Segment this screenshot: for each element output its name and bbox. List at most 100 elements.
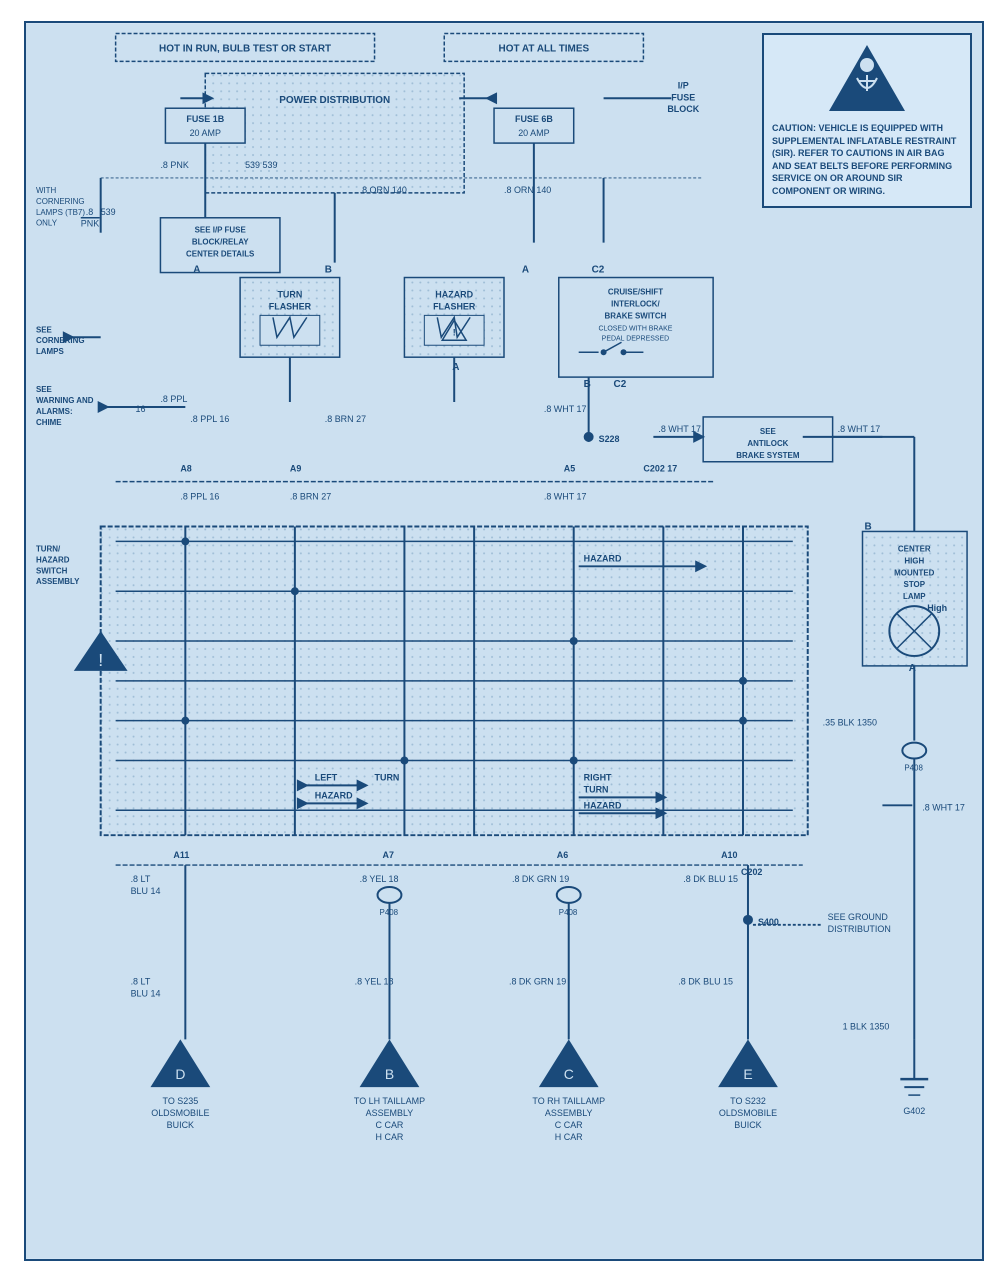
- svg-text:.8 BRN 27: .8 BRN 27: [325, 414, 366, 424]
- caution-svg-icon: [827, 43, 907, 113]
- svg-text:LAMP: LAMP: [903, 592, 926, 601]
- svg-text:B: B: [385, 1066, 394, 1082]
- wiring-diagram: HOT IN RUN, BULB TEST OR START HOT AT AL…: [24, 21, 984, 1261]
- svg-text:TO RH TAILLAMP: TO RH TAILLAMP: [532, 1096, 605, 1106]
- svg-text:.35 BLK 1350: .35 BLK 1350: [823, 718, 877, 728]
- svg-text:C CAR: C CAR: [376, 1120, 404, 1130]
- svg-text:SEE I/P FUSE: SEE I/P FUSE: [195, 226, 246, 235]
- svg-text:.8 ORN 140: .8 ORN 140: [504, 185, 551, 195]
- svg-text:H CAR: H CAR: [555, 1132, 583, 1142]
- svg-text:.8 ORN 140: .8 ORN 140: [360, 185, 407, 195]
- svg-text:CHIME: CHIME: [36, 418, 62, 427]
- svg-text:POWER DISTRIBUTION: POWER DISTRIBUTION: [279, 95, 390, 106]
- svg-text:FLASHER: FLASHER: [433, 301, 476, 311]
- diagram-svg: HOT IN RUN, BULB TEST OR START HOT AT AL…: [26, 23, 982, 1259]
- svg-text:BLOCK/RELAY: BLOCK/RELAY: [192, 238, 249, 247]
- svg-text:HOT IN RUN, BULB TEST OR START: HOT IN RUN, BULB TEST OR START: [159, 43, 331, 54]
- svg-text:H CAR: H CAR: [376, 1132, 404, 1142]
- svg-text:.8 BRN 27: .8 BRN 27: [290, 492, 331, 502]
- svg-text:.8 WHT 17: .8 WHT 17: [544, 492, 587, 502]
- svg-text:C2: C2: [614, 379, 627, 390]
- svg-text:.8 DK GRN 19: .8 DK GRN 19: [512, 874, 569, 884]
- svg-text:HAZARD: HAZARD: [584, 800, 622, 810]
- svg-text:20 AMP: 20 AMP: [518, 128, 549, 138]
- svg-text:HAZARD: HAZARD: [36, 555, 70, 564]
- svg-text:CRUISE/SHIFT: CRUISE/SHIFT: [608, 287, 663, 296]
- svg-text:HIGH: HIGH: [904, 556, 924, 565]
- svg-text:A7: A7: [383, 850, 394, 860]
- svg-text:FUSE 1B: FUSE 1B: [186, 114, 224, 124]
- svg-text:A6: A6: [557, 850, 568, 860]
- svg-text:TO S235: TO S235: [163, 1096, 199, 1106]
- svg-text:BLU 14: BLU 14: [131, 886, 161, 896]
- svg-text:HAZARD: HAZARD: [584, 553, 622, 563]
- svg-text:HAZARD: HAZARD: [435, 289, 473, 299]
- svg-text:C202 17: C202 17: [643, 464, 677, 474]
- svg-text:S228: S228: [599, 434, 620, 444]
- caution-triangle-container: [772, 43, 962, 116]
- svg-text:.8 DK GRN 19: .8 DK GRN 19: [509, 977, 566, 987]
- svg-text:TURN: TURN: [584, 784, 609, 794]
- svg-text:.8 YEL 18: .8 YEL 18: [355, 977, 394, 987]
- svg-text:C: C: [564, 1066, 574, 1082]
- svg-text:PEDAL DEPRESSED: PEDAL DEPRESSED: [602, 335, 670, 342]
- svg-text:OLDSMOBILE: OLDSMOBILE: [151, 1108, 209, 1118]
- svg-text:WITH: WITH: [36, 186, 57, 195]
- svg-text:G402: G402: [903, 1106, 925, 1116]
- svg-text:HOT AT ALL TIMES: HOT AT ALL TIMES: [499, 43, 590, 54]
- diagram-container: HOT IN RUN, BULB TEST OR START HOT AT AL…: [0, 0, 1008, 1282]
- svg-text:.8 WHT 17: .8 WHT 17: [658, 424, 701, 434]
- svg-text:SEE: SEE: [36, 385, 52, 394]
- svg-text:.8 PNK: .8 PNK: [160, 160, 188, 170]
- svg-text:.8 WHT 17: .8 WHT 17: [922, 802, 965, 812]
- caution-box: CAUTION: VEHICLE IS EQUIPPED WITH SUPPLE…: [762, 33, 972, 208]
- svg-text:.8 WHT 17: .8 WHT 17: [544, 404, 587, 414]
- svg-text:A8: A8: [180, 464, 191, 474]
- svg-text:FUSE: FUSE: [671, 92, 695, 102]
- svg-text:RIGHT: RIGHT: [584, 772, 612, 782]
- svg-text:PNK: PNK: [81, 219, 99, 229]
- svg-text:WARNING AND: WARNING AND: [36, 396, 94, 405]
- svg-text:A: A: [522, 265, 529, 276]
- svg-text:STOP: STOP: [904, 580, 926, 589]
- svg-text:ANTILOCK: ANTILOCK: [747, 439, 788, 448]
- svg-text:.8 LT: .8 LT: [131, 874, 151, 884]
- caution-text: CAUTION: VEHICLE IS EQUIPPED WITH SUPPLE…: [772, 122, 962, 198]
- svg-text:SEE: SEE: [36, 325, 52, 334]
- svg-text:BUICK: BUICK: [167, 1120, 194, 1130]
- svg-text:INTERLOCK/: INTERLOCK/: [611, 299, 660, 308]
- svg-text:A: A: [193, 265, 200, 276]
- svg-text:High: High: [927, 603, 947, 613]
- svg-text:BLU 14: BLU 14: [131, 989, 161, 999]
- svg-text:B: B: [864, 521, 871, 532]
- svg-text:TO LH TAILLAMP: TO LH TAILLAMP: [354, 1096, 425, 1106]
- svg-text:TO S232: TO S232: [730, 1096, 766, 1106]
- svg-text:LAMPS (TB7): LAMPS (TB7): [36, 208, 85, 217]
- svg-text:B: B: [325, 265, 332, 276]
- svg-text:ASSEMBLY: ASSEMBLY: [36, 577, 80, 586]
- svg-text:SWITCH: SWITCH: [36, 566, 68, 575]
- svg-text:A9: A9: [290, 464, 301, 474]
- svg-text:FLASHER: FLASHER: [269, 301, 312, 311]
- svg-text:TURN: TURN: [375, 772, 400, 782]
- svg-text:BRAKE SYSTEM: BRAKE SYSTEM: [736, 451, 800, 460]
- svg-text:.8 WHT 17: .8 WHT 17: [838, 424, 881, 434]
- svg-text:MOUNTED: MOUNTED: [894, 568, 934, 577]
- svg-text:20 AMP: 20 AMP: [190, 128, 221, 138]
- svg-text:OLDSMOBILE: OLDSMOBILE: [719, 1108, 777, 1118]
- svg-text:539: 539: [101, 207, 116, 217]
- svg-text:D: D: [175, 1066, 185, 1082]
- svg-text:LAMPS: LAMPS: [36, 347, 64, 356]
- svg-text:DISTRIBUTION: DISTRIBUTION: [828, 924, 891, 934]
- svg-text:BRAKE SWITCH: BRAKE SWITCH: [605, 311, 667, 320]
- svg-text:16: 16: [136, 404, 146, 414]
- svg-text:.8 PPL 16: .8 PPL 16: [180, 492, 219, 502]
- svg-text:1 BLK 1350: 1 BLK 1350: [843, 1021, 890, 1031]
- svg-text:FUSE 6B: FUSE 6B: [515, 114, 553, 124]
- svg-text:B: B: [584, 379, 591, 390]
- svg-text:.8 DK BLU 15: .8 DK BLU 15: [683, 874, 738, 884]
- svg-text:TURN/: TURN/: [36, 544, 61, 553]
- svg-text:A10: A10: [721, 850, 737, 860]
- svg-text:A11: A11: [173, 850, 189, 860]
- svg-text:BLOCK: BLOCK: [667, 104, 699, 114]
